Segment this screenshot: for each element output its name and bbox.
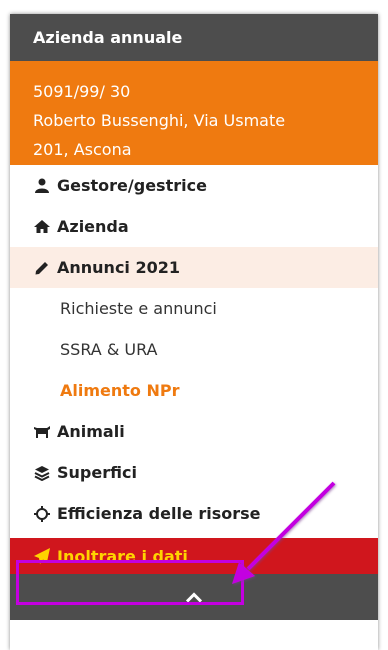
farm-id: 5091/99/ 30 — [33, 82, 131, 101]
nav-subitem-ssra[interactable]: SSRA & URA — [10, 329, 378, 370]
pencil-icon — [32, 260, 52, 276]
nav-item-operator-label: Gestore/gestrice — [57, 176, 207, 195]
user-icon — [32, 178, 52, 194]
submit-data-label: Inoltrare i dati — [57, 546, 188, 566]
nav-item-efficiency[interactable]: Efficienza delle risorse — [10, 493, 378, 534]
nav-subitem-feed[interactable]: Alimento NPr — [10, 370, 378, 411]
nav-subitem-requests-label: Richieste e annunci — [60, 299, 217, 318]
nav-item-surfaces[interactable]: Superfici — [10, 452, 378, 493]
nav-subitem-requests[interactable]: Richieste e annunci — [10, 288, 378, 329]
paper-plane-icon — [32, 548, 52, 564]
layers-icon — [32, 465, 52, 481]
farm-navigation-panel: Azienda annuale 5091/99/ 30 Roberto Buss… — [10, 14, 378, 650]
farm-info-block: 5091/99/ 30 Roberto Bussenghi, Via Usmat… — [10, 61, 378, 165]
nav-item-announcements[interactable]: Annunci 2021 — [10, 247, 378, 288]
nav-subitem-feed-label: Alimento NPr — [60, 381, 180, 400]
nav-item-animals[interactable]: Animali — [10, 411, 378, 452]
nav-item-operator[interactable]: Gestore/gestrice — [10, 165, 378, 206]
farm-address-line1: Roberto Bussenghi, Via Usmate — [33, 111, 286, 130]
nav-subitem-ssra-label: SSRA & URA — [60, 340, 158, 359]
farm-address-line2: 201, Ascona — [33, 140, 132, 159]
nav-item-farm[interactable]: Azienda — [10, 206, 378, 247]
panel-header: Azienda annuale — [10, 14, 378, 61]
nav-item-animals-label: Animali — [57, 422, 125, 441]
home-icon — [32, 219, 52, 235]
nav-item-efficiency-label: Efficienza delle risorse — [57, 504, 261, 523]
collapse-bar[interactable] — [10, 574, 378, 620]
nav-item-announcements-label: Annunci 2021 — [57, 258, 181, 277]
panel-title: Azienda annuale — [33, 28, 183, 47]
nav-item-surfaces-label: Superfici — [57, 463, 137, 482]
submit-data-button[interactable]: Inoltrare i dati — [10, 538, 378, 574]
cow-icon — [32, 424, 52, 440]
chevron-up-icon — [185, 588, 203, 607]
crosshair-icon — [32, 505, 52, 522]
nav-item-farm-label: Azienda — [57, 217, 129, 236]
